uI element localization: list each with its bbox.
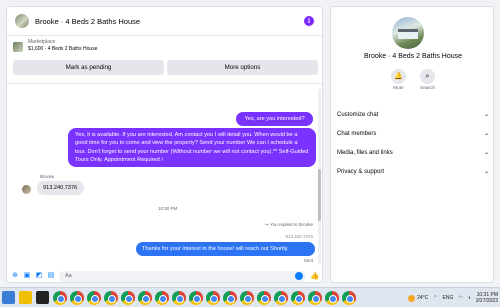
composer: ⊕ ▣ ◩ ▤ Aa 👍 [7, 268, 322, 282]
quoted-message[interactable]: 913.240.7376 [285, 234, 313, 239]
message-bubble-incoming[interactable]: 913.240.7376 [37, 181, 84, 196]
message-input-placeholder: Aa [65, 272, 72, 279]
chrome-icon[interactable] [155, 290, 169, 305]
listing-card: Marketplace $1,600 · 4 Beds 2 Baths Hous… [7, 36, 322, 84]
search-label: Search [419, 86, 436, 91]
info-icon[interactable]: i [304, 16, 314, 26]
chrome-icon[interactable] [342, 290, 356, 305]
scrollbar-thumb[interactable] [318, 169, 321, 221]
taskbar: 24°C ⌃ ENG ◠ ◖ 10:31 PM 3/27/2023 [0, 287, 500, 307]
menu-item-label: Media, files and links [337, 149, 393, 156]
listing-thumbnail[interactable] [13, 42, 23, 52]
replied-to-text: You replied to Brooke [270, 222, 313, 227]
sent-status: Sent [303, 258, 313, 263]
message-bubble-outgoing[interactable]: Thanks for your interest in the house! w… [136, 242, 315, 257]
side-menu: Customize chat ⌄ Chat members ⌄ Media, f… [331, 105, 495, 181]
tray-chevron-icon[interactable]: ⌃ [433, 295, 437, 301]
file-explorer-icon[interactable] [19, 291, 32, 304]
conversation-name: Brooke · 4 Beds 2 Baths House [363, 53, 463, 60]
house-image [398, 29, 418, 39]
message-input[interactable]: Aa [59, 270, 306, 282]
mute-label: Mute [393, 86, 404, 91]
search-icon[interactable]: ⌕ [419, 69, 435, 84]
weather-temperature: 24°C [417, 295, 429, 301]
chevron-down-icon: ⌄ [483, 131, 489, 137]
menu-item-chat-members[interactable]: Chat members ⌄ [331, 124, 495, 143]
clock[interactable]: 10:31 PM 3/27/2023 [476, 292, 498, 304]
chrome-icon[interactable] [257, 290, 271, 305]
chat-header: Brooke · 4 Beds 2 Baths House i [7, 7, 322, 36]
like-icon[interactable]: 👍 [310, 272, 319, 280]
bell-icon[interactable]: 🔔 [390, 69, 406, 84]
mark-pending-button[interactable]: Mark as pending [13, 60, 164, 75]
chrome-icon[interactable] [325, 290, 339, 305]
menu-item-label: Customize chat [337, 111, 379, 118]
screen: Brooke · 4 Beds 2 Baths House i Marketpl… [0, 0, 500, 287]
message-bubble-outgoing[interactable]: Yes, it is available. If you are interes… [68, 128, 316, 168]
sender-name: Brooke [40, 174, 55, 179]
mute-button[interactable]: 🔔 Mute [390, 69, 406, 91]
sun-icon [408, 294, 416, 302]
avatar[interactable] [392, 17, 424, 49]
listing-text: Marketplace $1,600 · 4 Beds 2 Baths Hous… [28, 39, 98, 52]
clock-date: 3/27/2023 [475, 298, 498, 304]
chevron-down-icon: ⌄ [483, 169, 489, 175]
chrome-icon[interactable] [206, 290, 220, 305]
listing-actions: Mark as pending More options [13, 60, 318, 75]
message-list[interactable]: Yes, are you interested? Yes, it is avai… [7, 85, 322, 268]
chrome-icon[interactable] [104, 290, 118, 305]
gif-icon[interactable]: ▤ [47, 272, 55, 280]
replied-to-label: ↪ You replied to Brooke [265, 222, 313, 227]
emoji-icon[interactable] [295, 272, 303, 280]
listing-price[interactable]: $1,600 · 4 Beds 2 Baths House [28, 46, 98, 52]
conversation-info-panel: Brooke · 4 Beds 2 Baths House 🔔 Mute ⌕ S… [330, 6, 494, 283]
chrome-icon[interactable] [223, 290, 237, 305]
chat-panel: Brooke · 4 Beds 2 Baths House i Marketpl… [6, 6, 323, 283]
speaker-icon[interactable]: ◖ [468, 295, 471, 301]
scrollbar[interactable] [318, 89, 321, 264]
menu-item-privacy-support[interactable]: Privacy & support ⌄ [331, 162, 495, 181]
chrome-icon[interactable] [274, 290, 288, 305]
chrome-icon[interactable] [138, 290, 152, 305]
chat-title[interactable]: Brooke · 4 Beds 2 Baths House [35, 17, 304, 26]
chrome-icon[interactable] [53, 290, 67, 305]
sticker-icon[interactable]: ◩ [35, 272, 43, 280]
system-tray: 24°C ⌃ ENG ◠ ◖ 10:31 PM 3/27/2023 [408, 288, 498, 307]
chevron-down-icon: ⌄ [483, 112, 489, 118]
message-timestamp: 10:30 PM [158, 206, 178, 211]
search-button[interactable]: ⌕ Search [420, 69, 435, 91]
chrome-icon[interactable] [70, 290, 84, 305]
listing-label: Marketplace [28, 39, 56, 45]
menu-item-customize-chat[interactable]: Customize chat ⌄ [331, 105, 495, 124]
menu-item-label: Privacy & support [337, 168, 385, 175]
chrome-icon[interactable] [291, 290, 305, 305]
chrome-icon[interactable] [240, 290, 254, 305]
message-bubble-outgoing[interactable]: Yes, are you interested? [236, 112, 313, 127]
language-indicator[interactable]: ENG [443, 295, 454, 301]
chevron-down-icon: ⌄ [483, 150, 489, 156]
chrome-icon[interactable] [308, 290, 322, 305]
image-icon[interactable]: ▣ [23, 272, 31, 280]
weather-widget[interactable]: 24°C [408, 294, 429, 302]
conversation-actions: 🔔 Mute ⌕ Search [331, 69, 495, 91]
wifi-icon[interactable]: ◠ [458, 295, 462, 301]
chrome-icon[interactable] [172, 290, 186, 305]
chrome-icon[interactable] [189, 290, 203, 305]
chrome-icon[interactable] [121, 290, 135, 305]
avatar[interactable] [15, 14, 29, 28]
avatar[interactable] [22, 185, 31, 194]
more-options-button[interactable]: More options [167, 60, 318, 75]
start-icon[interactable] [2, 291, 15, 304]
menu-item-media-files-links[interactable]: Media, files and links ⌄ [331, 143, 495, 162]
app-icon[interactable] [36, 291, 49, 304]
menu-item-label: Chat members [337, 130, 377, 137]
chrome-icon[interactable] [87, 290, 101, 305]
plus-icon[interactable]: ⊕ [11, 272, 19, 280]
